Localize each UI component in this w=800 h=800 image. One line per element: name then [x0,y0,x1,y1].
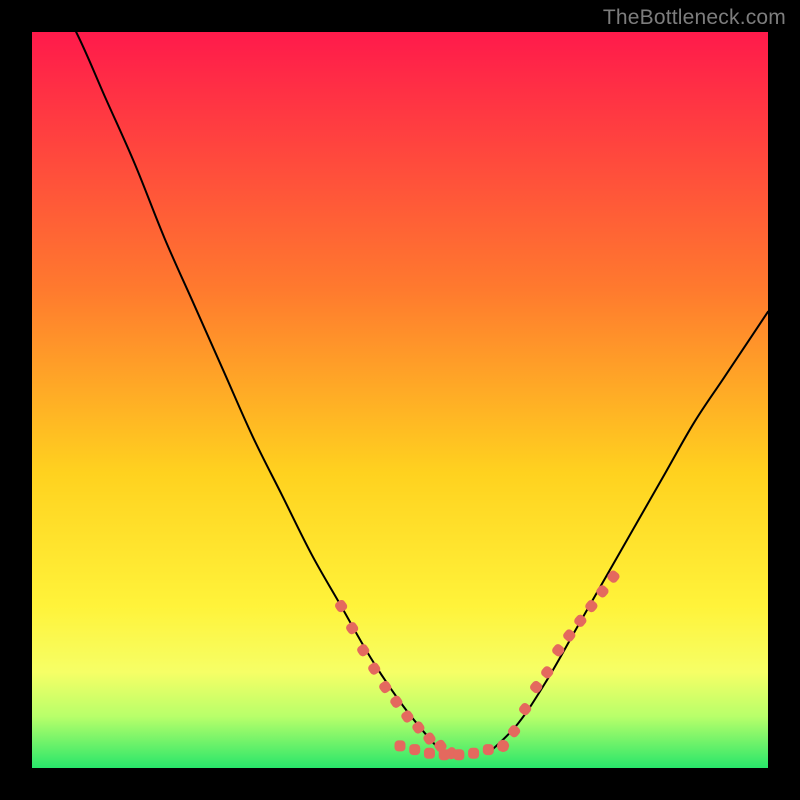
watermark-label: TheBottleneck.com [603,6,786,30]
chart-curves-layer [32,32,768,768]
chart-root: TheBottleneck.com [0,0,800,800]
dots-highlight-dots-left [333,598,459,761]
curve-bottleneck-curve-left [47,32,444,753]
plot-area [32,32,768,768]
